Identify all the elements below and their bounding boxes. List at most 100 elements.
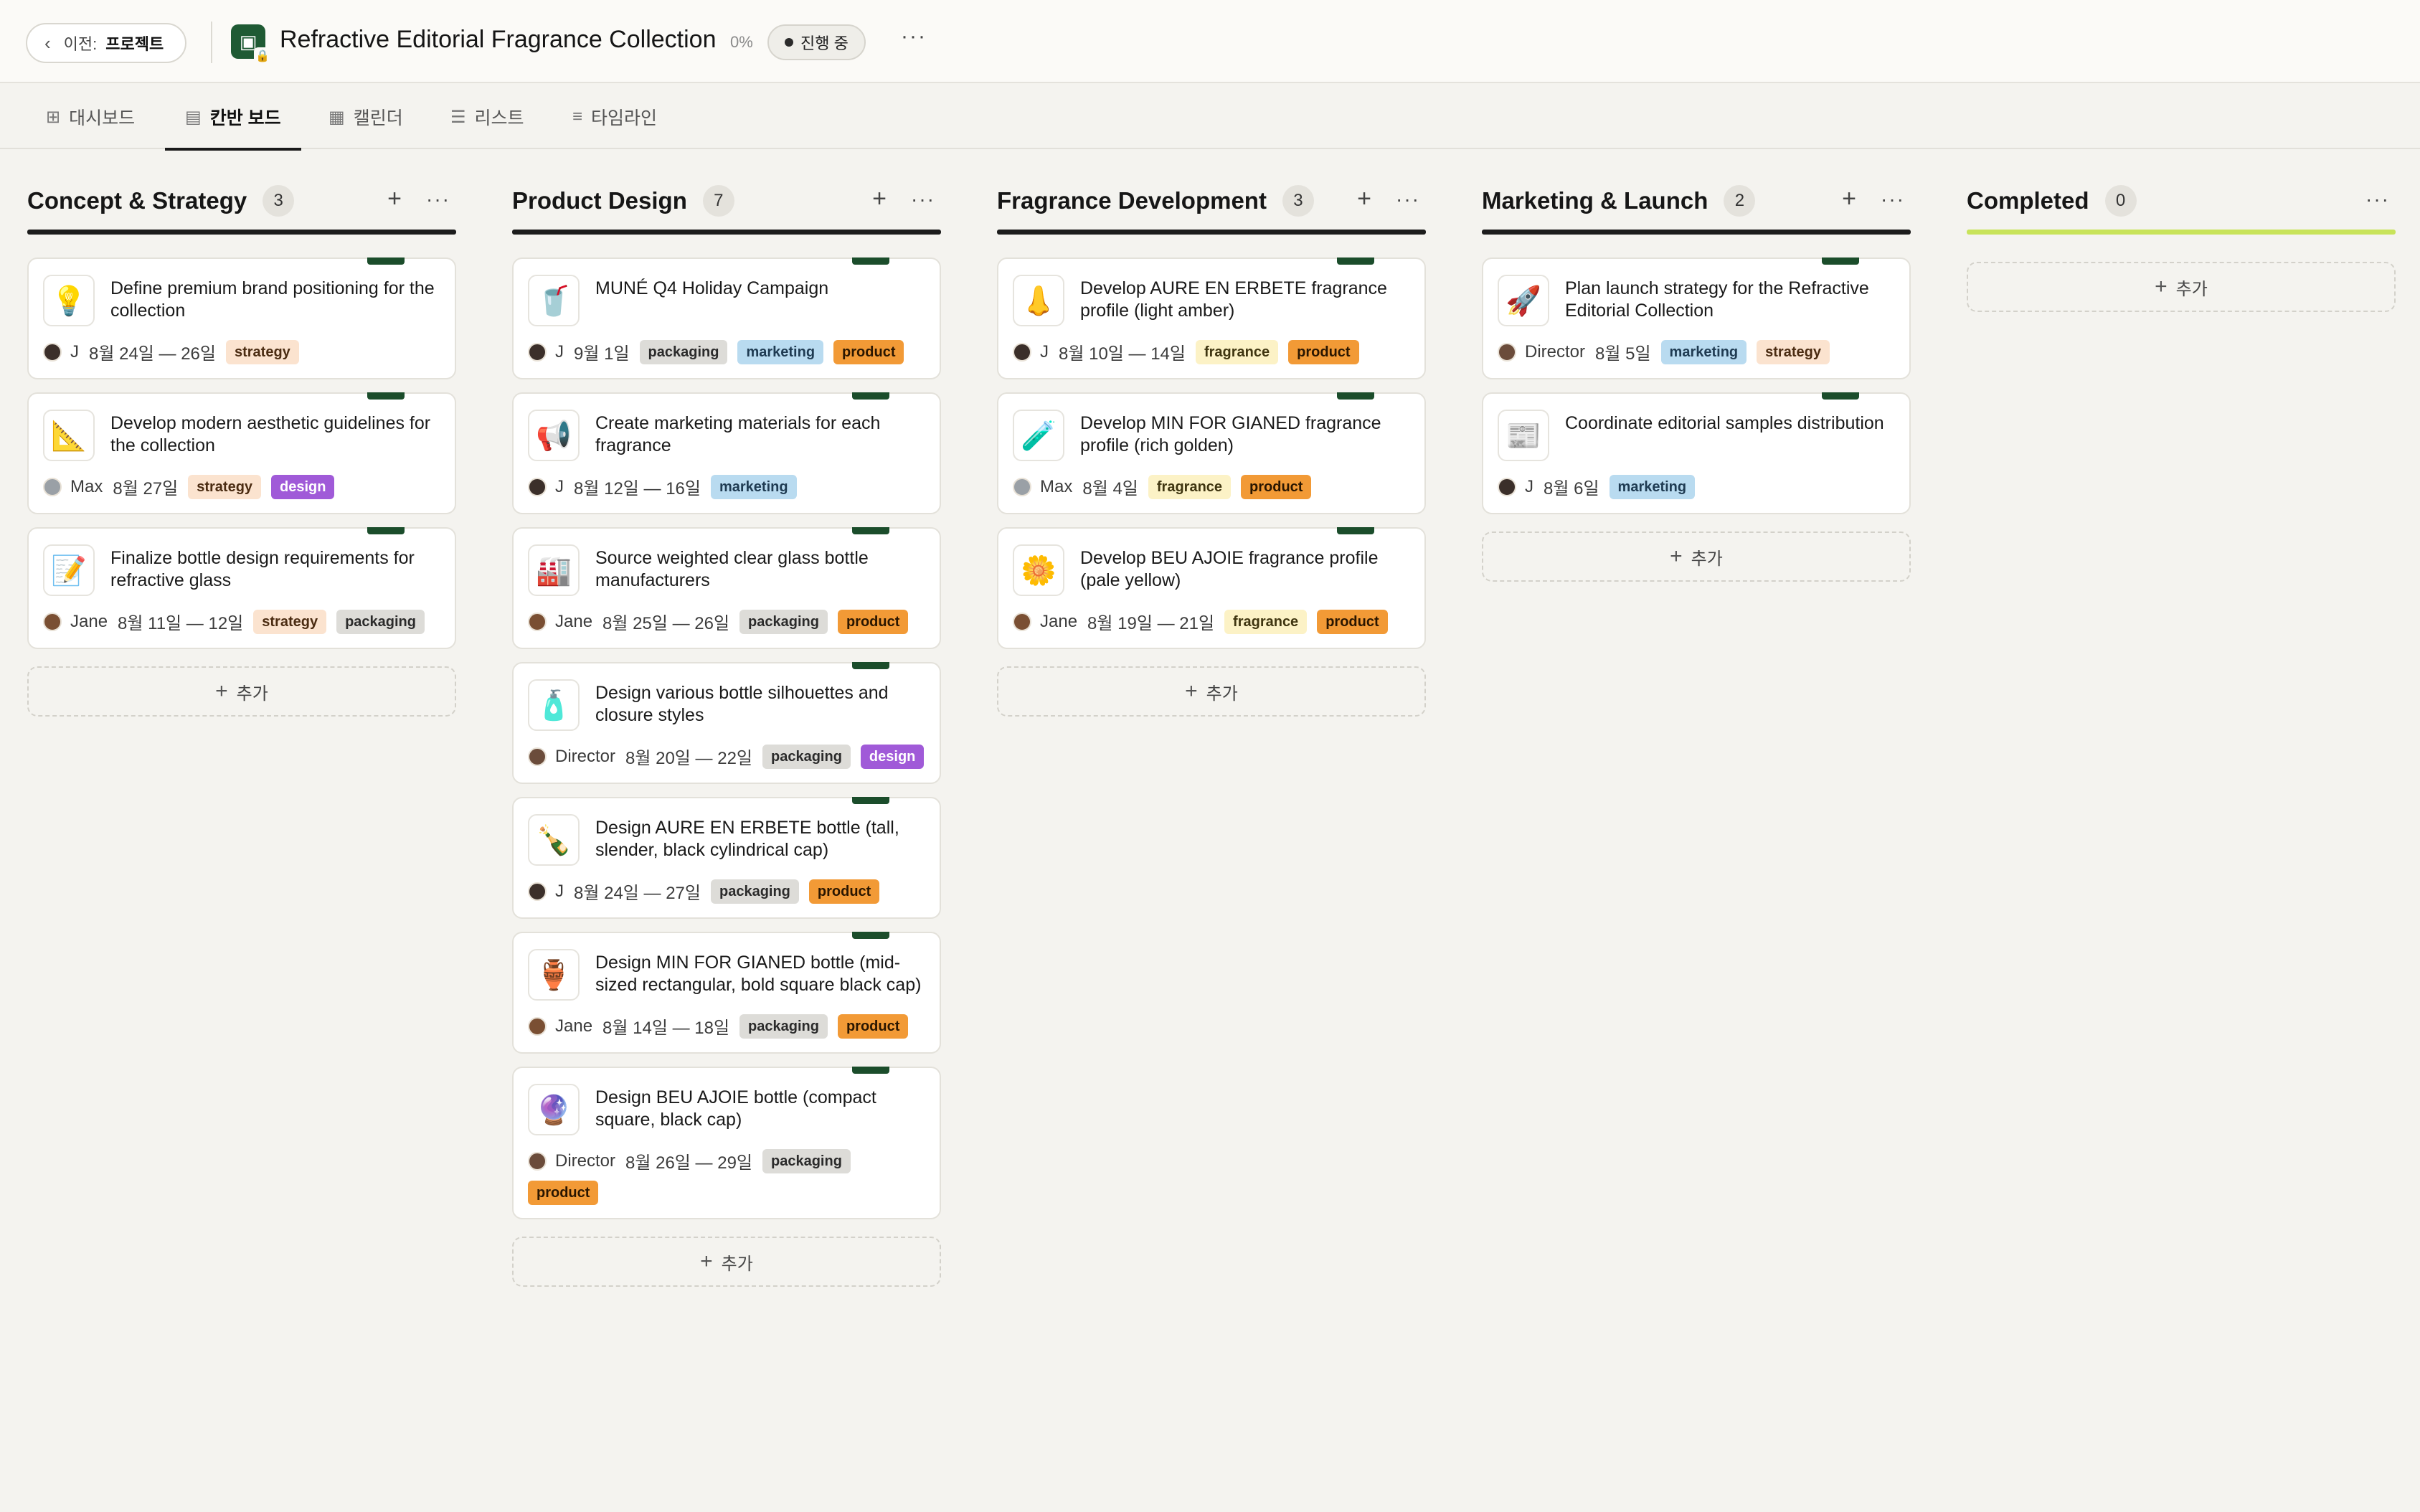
task-meta: Jane 8월 25일 — 26일 packaging product	[528, 609, 925, 634]
column-header: Product Design 7 + ···	[512, 172, 941, 230]
task-card[interactable]: 🏺 Design MIN FOR GIANED bottle (mid-size…	[512, 932, 941, 1054]
tag-packaging: packaging	[762, 1148, 851, 1173]
tag-fragrance: fragrance	[1224, 609, 1308, 634]
assignee-name: Jane	[1040, 611, 1078, 631]
task-meta: Director 8월 5일 marketing strategy	[1498, 339, 1895, 364]
task-card[interactable]: 💡 Define premium brand positioning for t…	[27, 257, 456, 379]
tag-packaging: packaging	[710, 879, 799, 904]
status-badge[interactable]: 진행 중	[767, 24, 866, 60]
tab-dashboard[interactable]: ⊞ 대시보드	[46, 85, 135, 149]
avatar	[1013, 477, 1031, 496]
task-title: Source weighted clear glass bottle manuf…	[595, 548, 869, 590]
tab-kanban[interactable]: ▤ 칸반 보드	[165, 85, 301, 151]
grid-icon: ⊞	[46, 107, 61, 127]
task-date: 8월 5일	[1595, 344, 1651, 364]
status-label: 진행 중	[800, 34, 849, 52]
assignee-name: Max	[1040, 476, 1073, 496]
assignee-name: J	[1525, 476, 1533, 496]
task-date: 9월 1일	[574, 344, 630, 364]
task-card[interactable]: 🌼 Develop BEU AJOIE fragrance profile (p…	[997, 527, 1426, 649]
assignee: Jane	[43, 612, 108, 632]
column-title: Completed	[1967, 187, 2089, 214]
column-header: Marketing & Launch 2 + ···	[1482, 172, 1911, 230]
assignee-name: J	[555, 341, 564, 362]
add-card-icon[interactable]: +	[1842, 185, 1856, 214]
plus-icon: +	[2155, 275, 2168, 298]
plus-icon: +	[215, 679, 228, 703]
column: Completed 0 ··· + 추가	[1967, 172, 2396, 312]
column-more-icon[interactable]: ···	[426, 185, 450, 214]
task-emoji-icon: 🏭	[528, 544, 580, 596]
add-card-icon[interactable]: +	[1357, 185, 1371, 214]
task-emoji-icon: 🥤	[528, 275, 580, 326]
task-title: Design AURE EN ERBETE bottle (tall, slen…	[595, 818, 899, 860]
task-title: Develop BEU AJOIE fragrance profile (pal…	[1080, 548, 1379, 590]
add-card-icon[interactable]: +	[387, 185, 402, 214]
assignee-name: Jane	[555, 1016, 593, 1036]
task-card[interactable]: 🏭 Source weighted clear glass bottle man…	[512, 527, 941, 649]
task-date: 8월 25일 — 26일	[602, 614, 730, 633]
column-more-icon[interactable]: ···	[1881, 185, 1905, 214]
kanban-icon: ▤	[185, 107, 202, 127]
task-date: 8월 27일	[113, 479, 179, 499]
add-card-label: 추가	[236, 684, 268, 704]
task-card[interactable]: 📐 Develop modern aesthetic guidelines fo…	[27, 392, 456, 514]
column-header: Fragrance Development 3 + ···	[997, 172, 1426, 230]
task-emoji-icon: 💡	[43, 275, 95, 326]
task-card[interactable]: 🧴 Design various bottle silhouettes and …	[512, 662, 941, 784]
column-title: Marketing & Launch	[1482, 187, 1708, 214]
task-emoji-icon: 📐	[43, 410, 95, 461]
card-marker	[1822, 257, 1859, 265]
tab-timeline[interactable]: ≡ 타임라인	[572, 85, 657, 149]
task-card[interactable]: 🚀 Plan launch strategy for the Refractiv…	[1482, 257, 1911, 379]
task-card[interactable]: 📰 Coordinate editorial samples distribut…	[1482, 392, 1911, 514]
column-more-icon[interactable]: ···	[2365, 185, 2390, 214]
tag-strategy: strategy	[253, 609, 327, 634]
column-divider	[1482, 230, 1911, 235]
tab-label: 칸반 보드	[209, 108, 281, 128]
project-icon: ▣ 🔒	[231, 24, 271, 65]
add-card-icon[interactable]: +	[872, 185, 887, 214]
column: Marketing & Launch 2 + ··· 🚀 Plan launch…	[1482, 172, 1911, 582]
column-more-icon[interactable]: ···	[1396, 185, 1420, 214]
assignee: Max	[1013, 477, 1072, 497]
assignee: Jane	[1013, 612, 1077, 632]
card-list: 🚀 Plan launch strategy for the Refractiv…	[1482, 257, 1911, 582]
tab-calendar[interactable]: ▦ 캘린더	[329, 85, 403, 149]
column-divider	[27, 230, 456, 235]
tag-product: product	[1241, 474, 1312, 499]
add-card-label: 추가	[721, 1254, 753, 1274]
task-card[interactable]: 🍾 Design AURE EN ERBETE bottle (tall, sl…	[512, 797, 941, 919]
view-tabs: ⊞ 대시보드 ▤ 칸반 보드 ▦ 캘린더 ☰ 리스트 ≡ 타임라인	[0, 85, 2420, 151]
task-card[interactable]: 📢 Create marketing materials for each fr…	[512, 392, 941, 514]
task-title: Develop MIN FOR GIANED fragrance profile…	[1080, 413, 1381, 455]
tab-list[interactable]: ☰ 리스트	[450, 85, 524, 149]
card-marker	[852, 1067, 889, 1074]
task-date: 8월 24일 — 27일	[574, 884, 701, 903]
task-card[interactable]: 🔮 Design BEU AJOIE bottle (compact squar…	[512, 1067, 941, 1219]
add-card-button[interactable]: + 추가	[997, 666, 1426, 717]
add-card-button[interactable]: + 추가	[1482, 531, 1911, 582]
card-marker	[852, 932, 889, 939]
add-card-button[interactable]: + 추가	[1967, 262, 2396, 312]
task-emoji-icon: 🍾	[528, 814, 580, 866]
task-date: 8월 20일 — 22일	[625, 749, 752, 768]
column-divider	[512, 230, 941, 235]
task-title: Design MIN FOR GIANED bottle (mid-sized …	[595, 953, 922, 995]
task-date: 8월 4일	[1082, 479, 1138, 499]
task-card[interactable]: 👃 Develop AURE EN ERBETE fragrance profi…	[997, 257, 1426, 379]
add-card-button[interactable]: + 추가	[27, 666, 456, 717]
more-options-button[interactable]: ···	[901, 24, 927, 49]
task-card[interactable]: 📝 Finalize bottle design requirements fo…	[27, 527, 456, 649]
tag-marketing: marketing	[1609, 474, 1696, 499]
column-actions: + ···	[1357, 185, 1420, 214]
column-more-icon[interactable]: ···	[911, 185, 935, 214]
task-card[interactable]: 🧪 Develop MIN FOR GIANED fragrance profi…	[997, 392, 1426, 514]
add-card-label: 추가	[2175, 279, 2208, 299]
back-button[interactable]: ‹ 이전: 프로젝트	[26, 23, 187, 63]
assignee: Jane	[528, 612, 592, 632]
add-card-button[interactable]: + 추가	[512, 1237, 941, 1287]
avatar	[528, 477, 547, 496]
column-count: 3	[263, 185, 295, 217]
task-card[interactable]: 🥤 MUNÉ Q4 Holiday Campaign J 9월 1일 packa…	[512, 257, 941, 379]
